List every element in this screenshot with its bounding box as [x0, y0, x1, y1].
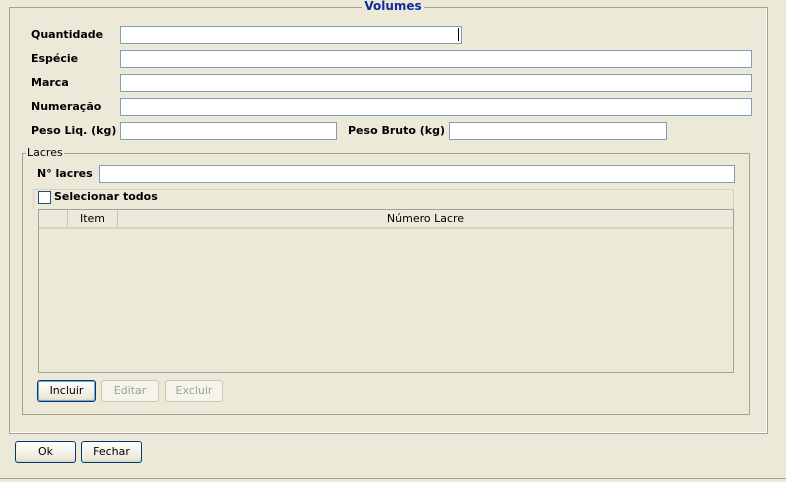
incluir-button[interactable]: Incluir — [37, 380, 96, 402]
especie-label: Espécie — [31, 52, 79, 65]
column-header-select[interactable] — [39, 210, 68, 227]
n-lacres-input[interactable] — [99, 165, 735, 183]
column-header-item[interactable]: Item — [68, 210, 118, 227]
peso-bruto-input[interactable] — [449, 122, 667, 140]
select-all-checkbox[interactable] — [38, 191, 51, 204]
quantidade-label: Quantidade — [31, 28, 104, 41]
ok-button[interactable]: Ok — [15, 441, 76, 463]
text-caret — [458, 28, 459, 41]
window-title: Volumes — [362, 0, 424, 13]
peso-liquido-label: Peso Liq. (kg) — [31, 124, 117, 137]
editar-button[interactable]: Editar — [101, 380, 159, 402]
lacres-table-body[interactable] — [39, 229, 733, 372]
quantidade-input[interactable] — [120, 26, 462, 44]
numeracao-input[interactable] — [120, 98, 752, 116]
lacres-table-header: Item Número Lacre — [39, 210, 733, 229]
lacres-group-label: Lacres — [26, 146, 64, 159]
column-header-numero-lacre[interactable]: Número Lacre — [118, 210, 733, 227]
excluir-button[interactable]: Excluir — [165, 380, 223, 402]
window-bottom-border — [0, 478, 786, 479]
select-all-label[interactable]: Selecionar todos — [54, 190, 158, 204]
especie-input[interactable] — [120, 50, 752, 68]
marca-label: Marca — [31, 76, 69, 89]
peso-liquido-input[interactable] — [120, 122, 337, 140]
peso-bruto-label: Peso Bruto (kg) — [348, 124, 445, 137]
marca-input[interactable] — [120, 74, 752, 92]
n-lacres-label: N° lacres — [37, 167, 93, 180]
numeracao-label: Numeração — [31, 100, 102, 113]
window-title-row: Volumes — [0, 0, 786, 13]
fechar-button[interactable]: Fechar — [81, 441, 142, 463]
